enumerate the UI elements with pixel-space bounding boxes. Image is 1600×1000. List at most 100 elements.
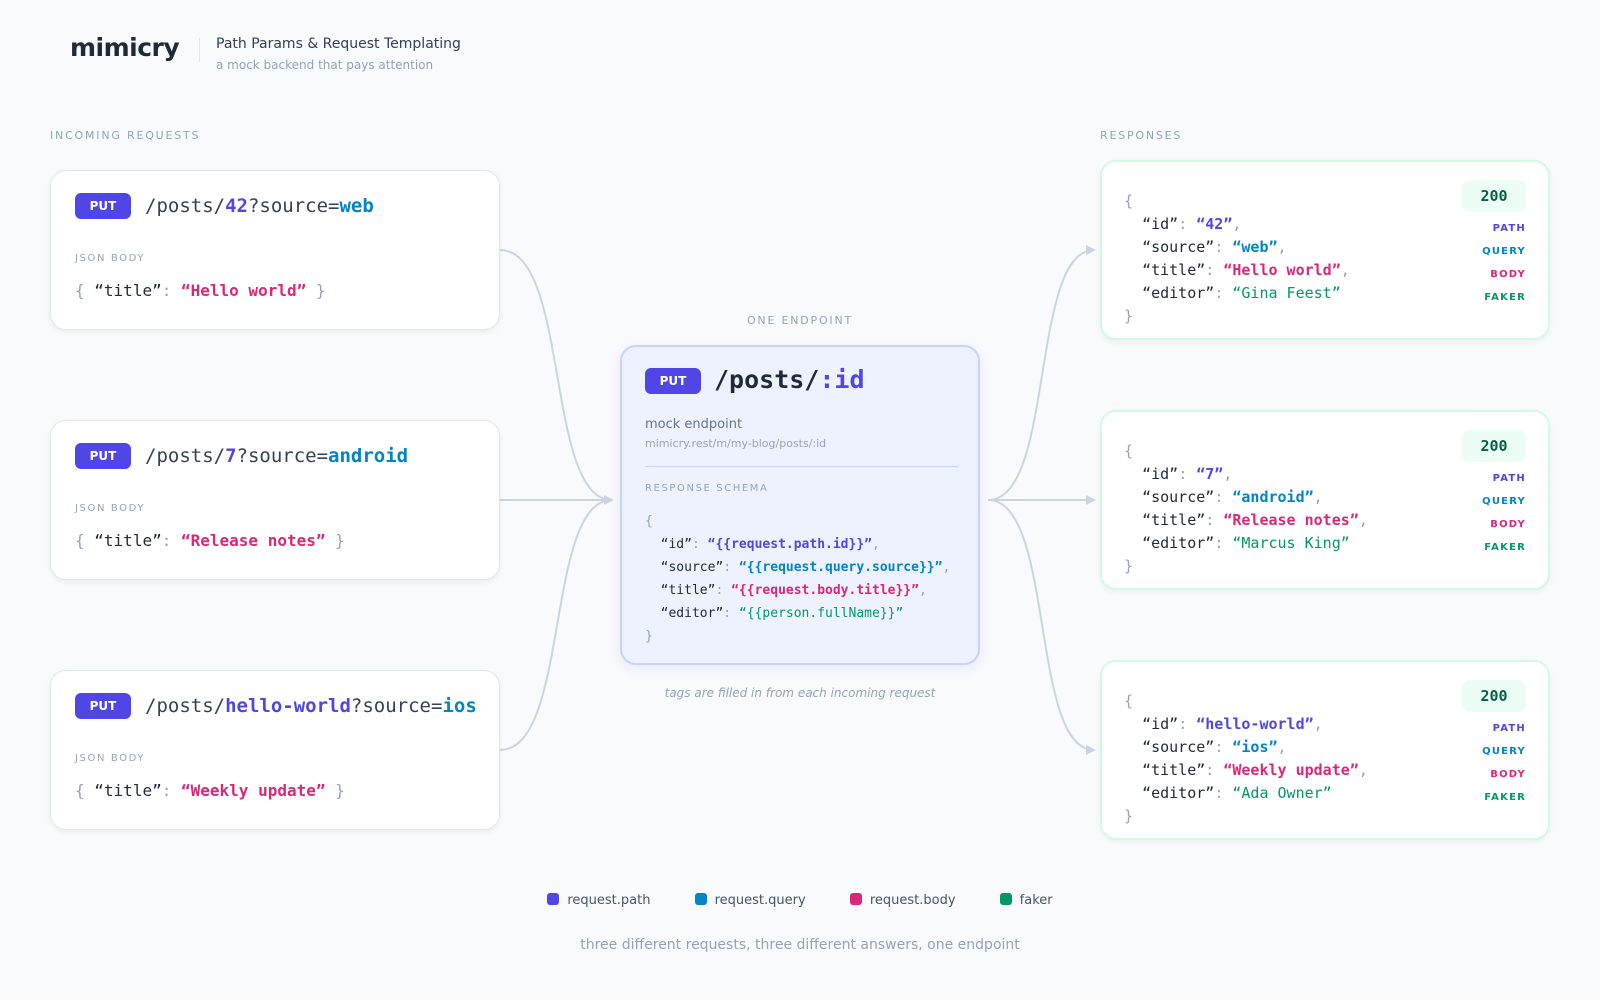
field-value: “Weekly update” xyxy=(1223,761,1359,779)
connector-request-1 xyxy=(499,249,613,501)
response-line-editor: “editor”: “Ada Owner” xyxy=(1124,782,1368,805)
colon: : xyxy=(1205,511,1224,529)
body-key: “title” xyxy=(94,781,162,800)
response-line-editor: “editor”: “Marcus King” xyxy=(1124,532,1368,555)
response-line-title: “title”: “Weekly update”, xyxy=(1124,759,1368,782)
response-line-id: “id”: “7”, xyxy=(1124,463,1368,486)
response-line-id: “id”: “42”, xyxy=(1124,213,1350,236)
comma: , xyxy=(1358,761,1368,779)
path-prefix: /posts/ xyxy=(145,695,226,717)
comma: , xyxy=(872,537,880,552)
colon: : xyxy=(1205,761,1224,779)
query-prefix: ?source= xyxy=(236,445,329,467)
query-prefix: ?source= xyxy=(350,695,443,717)
tag-body: BODY xyxy=(1490,269,1526,280)
schema-key: “source” xyxy=(660,560,724,575)
legend-swatch xyxy=(999,893,1012,905)
response-body: { “id”: “7”, “source”: “android”, “title… xyxy=(1124,440,1368,578)
comma: , xyxy=(942,560,951,575)
body-value: “Weekly update” xyxy=(181,781,326,800)
app-logo: mimicry xyxy=(70,33,180,62)
field-value: “Hello world” xyxy=(1223,261,1341,279)
colon: : xyxy=(723,560,739,575)
comma: , xyxy=(1340,261,1350,279)
endpoint-label: mock endpoint xyxy=(645,417,743,432)
request-body: { “title”: “Hello world” } xyxy=(75,281,326,300)
colon: : xyxy=(1214,238,1233,256)
field-key: “editor” xyxy=(1142,534,1215,552)
brace-open: { xyxy=(645,514,653,529)
colon: : xyxy=(723,606,739,621)
request-card-3[interactable]: PUT /posts/hello-world?source=ios JSON B… xyxy=(50,670,500,830)
field-key: “title” xyxy=(1142,511,1206,529)
colon: : xyxy=(1178,465,1197,483)
schema-line-editor: “editor”: “{{person.fullName}}” xyxy=(645,602,950,625)
field-key: “source” xyxy=(1142,738,1215,756)
header-divider xyxy=(199,38,200,62)
path-param: 7 xyxy=(225,445,237,467)
brace-close: } xyxy=(335,781,345,800)
body-value: “Release notes” xyxy=(181,531,326,550)
legend-swatch xyxy=(849,893,862,905)
method-badge: PUT xyxy=(75,443,131,469)
response-card-2[interactable]: 200 { “id”: “7”, “source”: “android”, “t… xyxy=(1100,410,1550,590)
tag-faker: FAKER xyxy=(1484,542,1526,553)
field-key: “editor” xyxy=(1142,284,1215,302)
method-badge: PUT xyxy=(75,693,131,719)
request-card-2[interactable]: PUT /posts/7?source=android JSON BODY { … xyxy=(50,420,500,580)
method-badge: PUT xyxy=(75,193,131,219)
endpoint-card[interactable]: PUT /posts/:id mock endpoint mimicry.res… xyxy=(620,345,980,665)
tag-faker: FAKER xyxy=(1484,292,1526,303)
schema-key: “title” xyxy=(660,583,716,598)
field-value: “Release notes” xyxy=(1223,511,1359,529)
field-key: “id” xyxy=(1142,465,1179,483)
request-url: /posts/hello-world?source=ios xyxy=(145,693,477,719)
request-body: { “title”: “Release notes” } xyxy=(75,531,345,550)
body-key: “title” xyxy=(94,281,162,300)
query-value: ios xyxy=(442,695,477,717)
endpoint-caption: tags are filled in from each incoming re… xyxy=(664,686,936,700)
section-label-incoming: INCOMING REQUESTS xyxy=(50,129,201,142)
tag-query: QUERY xyxy=(1482,246,1526,257)
status-badge: 200 xyxy=(1462,180,1526,212)
response-body: { “id”: “hello-world”, “source”: “ios”, … xyxy=(1124,690,1368,828)
schema-key: “id” xyxy=(660,537,692,552)
field-key: “source” xyxy=(1142,238,1215,256)
legend-label: faker xyxy=(1019,893,1053,908)
colon: : xyxy=(1214,488,1233,506)
endpoint-url: mimicry.rest/m/my-blog/posts/:id xyxy=(645,437,827,450)
response-card-3[interactable]: 200 { “id”: “hello-world”, “source”: “io… xyxy=(1100,660,1550,840)
comma: , xyxy=(1358,511,1368,529)
response-card-1[interactable]: 200 { “id”: “42”, “source”: “web”, “titl… xyxy=(1100,160,1550,340)
response-line-source: “source”: “ios”, xyxy=(1124,736,1368,759)
field-value: “android” xyxy=(1232,488,1314,506)
colon: : xyxy=(161,281,172,300)
field-value: “hello-world” xyxy=(1196,715,1314,733)
endpoint-divider xyxy=(645,466,958,467)
response-schema: { “id”: “{{request.path.id}}”, “source”:… xyxy=(645,510,950,648)
legend-item-path: request.path xyxy=(547,893,650,908)
colon: : xyxy=(1214,284,1233,302)
schema-line-source: “source”: “{{request.query.source}}”, xyxy=(645,556,951,579)
colon: : xyxy=(1214,738,1233,756)
request-card-1[interactable]: PUT /posts/42?source=web JSON BODY { “ti… xyxy=(50,170,500,330)
status-badge: 200 xyxy=(1462,430,1526,462)
schema-value: “{{request.query.source}}” xyxy=(738,560,943,575)
legend-swatch xyxy=(694,893,707,905)
query-value: web xyxy=(339,195,374,217)
field-value: “web” xyxy=(1232,238,1278,256)
source-tags: PATH QUERY BODY FAKER xyxy=(1482,467,1526,559)
comma: , xyxy=(1232,215,1242,233)
tag-query: QUERY xyxy=(1482,496,1526,507)
colon: : xyxy=(715,583,732,598)
field-key: “id” xyxy=(1142,715,1179,733)
brace-close: } xyxy=(1124,807,1134,825)
schema-key: “editor” xyxy=(660,606,724,621)
field-key: “title” xyxy=(1142,761,1206,779)
body-key: “title” xyxy=(94,531,162,550)
json-body-label: JSON BODY xyxy=(75,753,146,764)
page-title: Path Params & Request Templating xyxy=(216,36,461,52)
field-value: “Marcus King” xyxy=(1232,534,1350,552)
legend-label: request.path xyxy=(567,893,651,908)
connector-request-3 xyxy=(499,499,613,751)
